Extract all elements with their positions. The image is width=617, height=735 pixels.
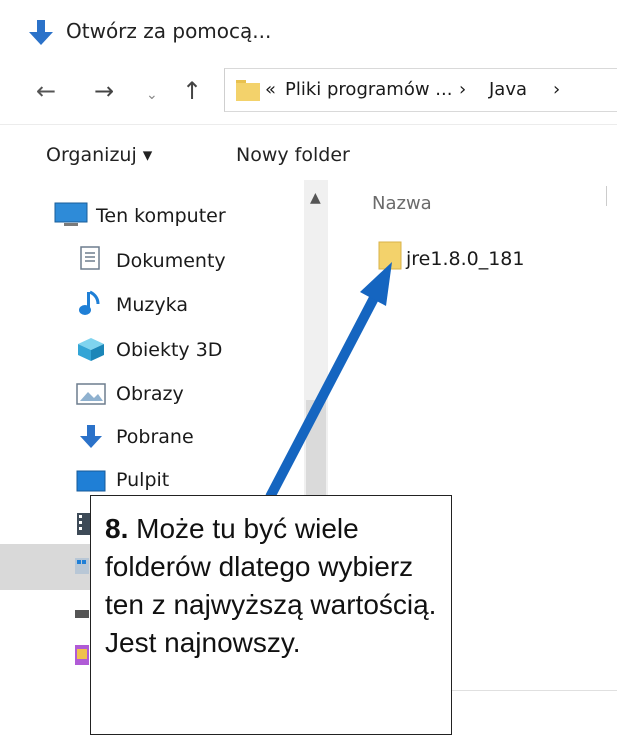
breadcrumb-separator[interactable]: ›	[553, 79, 560, 100]
download-arrow-icon	[29, 20, 53, 45]
breadcrumb-overflow[interactable]: «	[265, 79, 276, 100]
breadcrumb-separator[interactable]: ›	[459, 79, 466, 100]
local-disk-icon	[75, 558, 89, 574]
folder-item[interactable]: jre1.8.0_181	[406, 248, 524, 270]
breadcrumb-item[interactable]: Pliki programów ...	[285, 79, 452, 100]
forward-button[interactable]: →	[94, 76, 114, 106]
sidebar-item-music[interactable]: Muzyka	[116, 294, 188, 316]
address-bar[interactable]: « Pliki programów ... › Java ›	[224, 68, 617, 112]
documents-icon	[80, 246, 100, 270]
up-button[interactable]: ↑	[182, 76, 202, 106]
callout-text: Może tu być wiele folderów dlatego wybie…	[105, 513, 437, 658]
objects-3d-icon	[78, 338, 104, 361]
desktop-icon	[76, 470, 106, 492]
window-title: Otwórz za pomocą...	[66, 19, 272, 43]
sidebar-item-downloads[interactable]: Pobrane	[116, 426, 194, 448]
sidebar-item-documents[interactable]: Dokumenty	[116, 250, 226, 272]
sidebar-item-3d-objects[interactable]: Obiekty 3D	[116, 339, 222, 361]
drive-icon	[75, 610, 89, 618]
column-header-name[interactable]: Nazwa	[372, 193, 432, 214]
back-button[interactable]: ←	[36, 76, 56, 106]
computer-icon	[54, 202, 88, 226]
pictures-icon	[76, 383, 106, 405]
sidebar-item-desktop[interactable]: Pulpit	[116, 469, 169, 491]
divider	[452, 690, 617, 691]
sidebar-item-this-pc[interactable]: Ten komputer	[96, 205, 226, 227]
new-folder-button[interactable]: Nowy folder	[236, 144, 350, 166]
sidebar-item-pictures[interactable]: Obrazy	[116, 383, 184, 405]
callout-step-number: 8.	[105, 513, 129, 544]
downloads-icon	[80, 425, 102, 448]
column-separator[interactable]	[606, 186, 607, 206]
folder-icon	[378, 241, 402, 270]
title-bar: Otwórz za pomocą...	[0, 0, 617, 64]
folder-icon	[236, 80, 260, 101]
organize-button[interactable]: Organizuj ▾	[46, 144, 152, 166]
breadcrumb-item[interactable]: Java	[489, 79, 527, 100]
music-icon	[79, 290, 100, 315]
scroll-up-icon[interactable]: ▲	[310, 190, 321, 206]
scroll-thumb[interactable]	[306, 400, 326, 500]
library-icon	[75, 645, 89, 665]
recent-locations-button[interactable]: ⌄	[146, 80, 158, 110]
callout-box: 8. Może tu być wiele folderów dlatego wy…	[90, 495, 452, 735]
